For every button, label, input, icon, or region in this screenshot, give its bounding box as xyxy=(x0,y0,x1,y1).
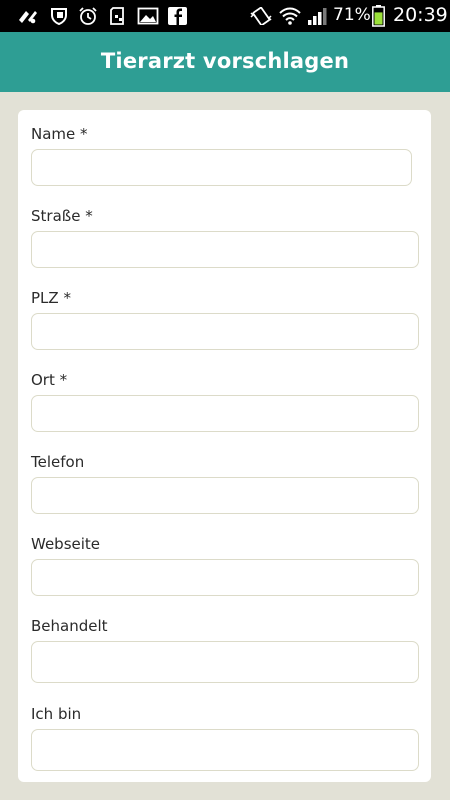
city-label: Ort * xyxy=(31,371,68,389)
status-bar: 71% 20:39 xyxy=(0,0,450,32)
street-label: Straße * xyxy=(31,207,93,225)
street-input[interactable] xyxy=(31,231,419,268)
treated-label: Behandelt xyxy=(31,617,108,635)
postal-code-label: PLZ * xyxy=(31,289,71,307)
name-input[interactable] xyxy=(31,149,412,186)
alarm-clock-icon xyxy=(79,7,97,25)
website-label: Webseite xyxy=(31,535,101,553)
app-bar: Tierarzt vorschlagen xyxy=(0,32,450,92)
signal-icon xyxy=(308,8,327,25)
wifi-icon xyxy=(279,7,301,25)
vibrate-icon xyxy=(250,7,272,25)
battery-icon xyxy=(372,5,385,27)
treated-input[interactable] xyxy=(31,641,419,683)
i-am-input[interactable] xyxy=(31,729,419,771)
form-card: Name * Straße * PLZ * Ort * Telefon Webs… xyxy=(18,110,431,782)
phone-input[interactable] xyxy=(31,477,419,514)
facebook-icon xyxy=(168,7,187,25)
shield-icon xyxy=(51,8,67,25)
page-title: Tierarzt vorschlagen xyxy=(100,49,350,73)
nfc-icon xyxy=(19,11,37,24)
phone-label: Telefon xyxy=(31,453,85,471)
battery-percent: 71% xyxy=(333,5,371,25)
clock: 20:39 xyxy=(393,4,448,26)
postal-code-input[interactable] xyxy=(31,313,419,350)
image-icon xyxy=(137,7,159,25)
sd-card-icon xyxy=(110,7,124,25)
city-input[interactable] xyxy=(31,395,419,432)
website-input[interactable] xyxy=(31,559,419,596)
name-label: Name * xyxy=(31,125,88,143)
i-am-label: Ich bin xyxy=(31,705,82,723)
